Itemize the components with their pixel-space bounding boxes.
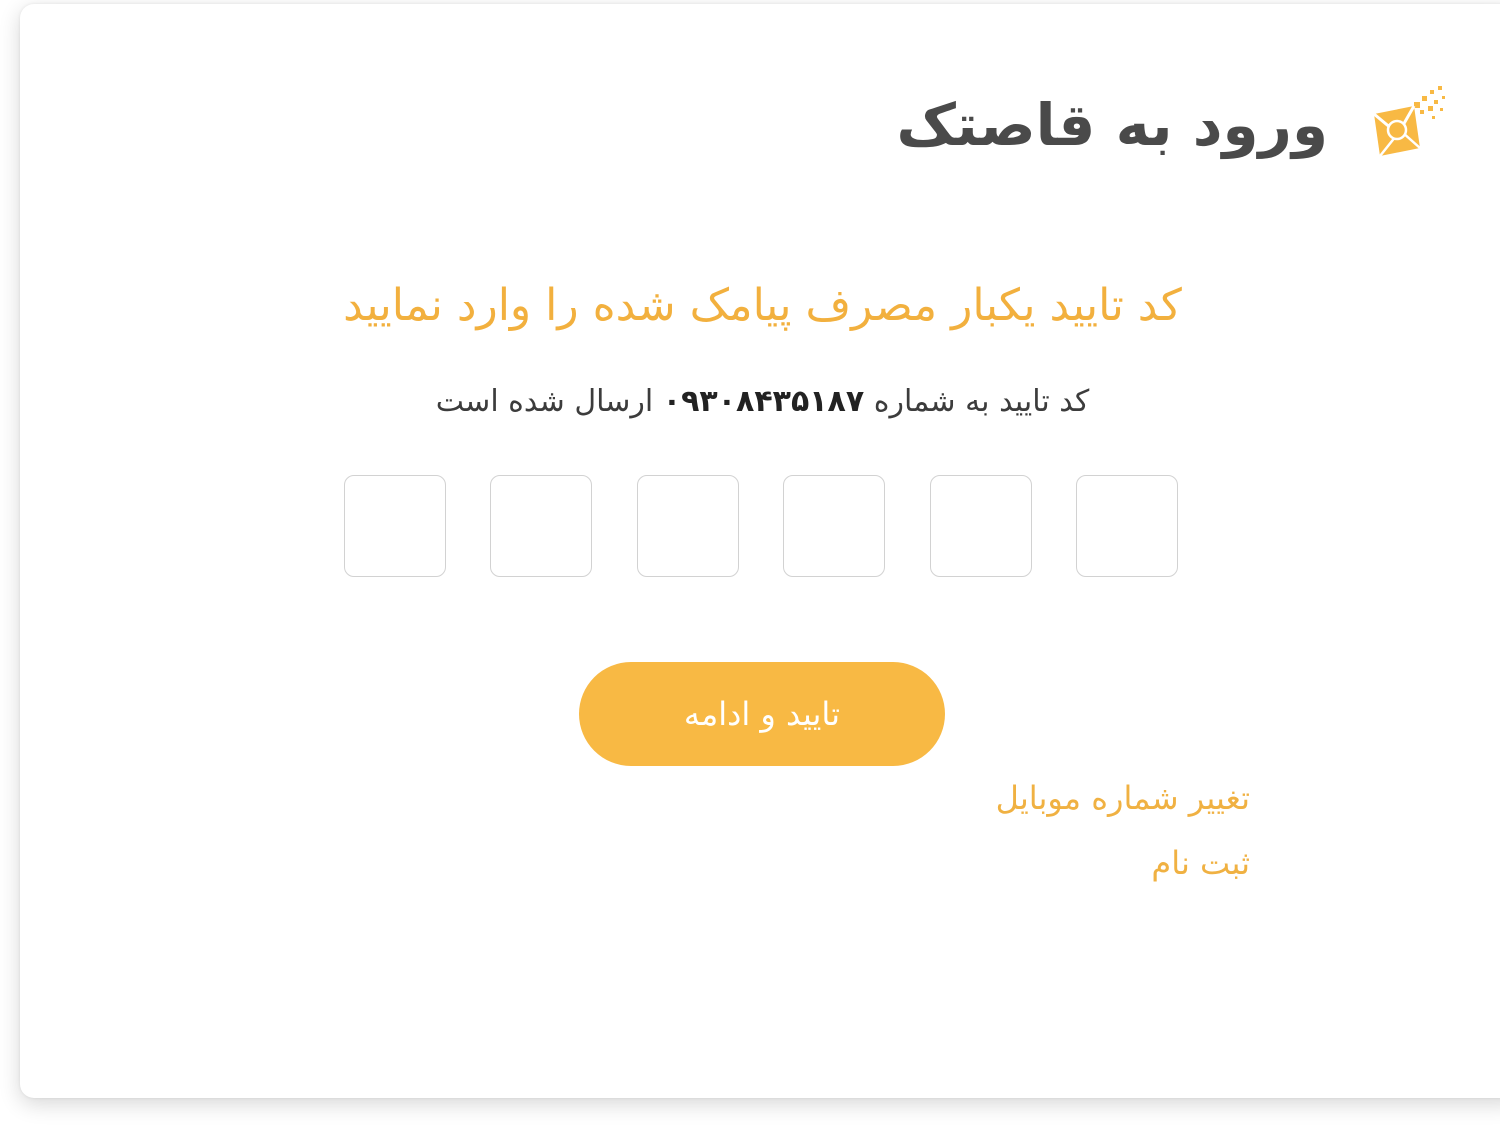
otp-instruction-heading: کد تایید یکبار مصرف پیامک شده را وارد نم… — [343, 280, 1182, 331]
otp-sent-prefix: کد تایید به شماره — [873, 384, 1090, 419]
otp-digit-3[interactable] — [783, 475, 886, 577]
otp-input-group — [344, 475, 1178, 579]
login-card: ورود به قاصتک کد تایید یکبار مصرف پیامک … — [20, 4, 1500, 1098]
header: ورود به قاصتک — [897, 84, 1450, 166]
register-link[interactable]: ثبت نام — [1151, 844, 1250, 882]
phone-number: ۰۹۳۰۸۴۳۵۱۸۷ — [662, 384, 865, 419]
otp-sent-suffix: ارسال شده است — [435, 384, 654, 419]
otp-digit-5[interactable] — [490, 475, 593, 577]
confirm-continue-button[interactable]: تایید و ادامه — [579, 662, 945, 766]
ghasedak-logo-icon — [1368, 84, 1450, 166]
change-mobile-link[interactable]: تغییر شماره موبایل — [996, 779, 1250, 817]
page-title: ورود به قاصتک — [896, 91, 1328, 159]
otp-digit-2[interactable] — [929, 475, 1032, 577]
otp-digit-1[interactable] — [1075, 475, 1178, 577]
otp-digit-6[interactable] — [344, 475, 446, 577]
otp-digit-4[interactable] — [636, 475, 739, 577]
otp-sent-message: کد تایید به شماره ۰۹۳۰۸۴۳۵۱۸۷ ارسال شده … — [275, 384, 1250, 420]
